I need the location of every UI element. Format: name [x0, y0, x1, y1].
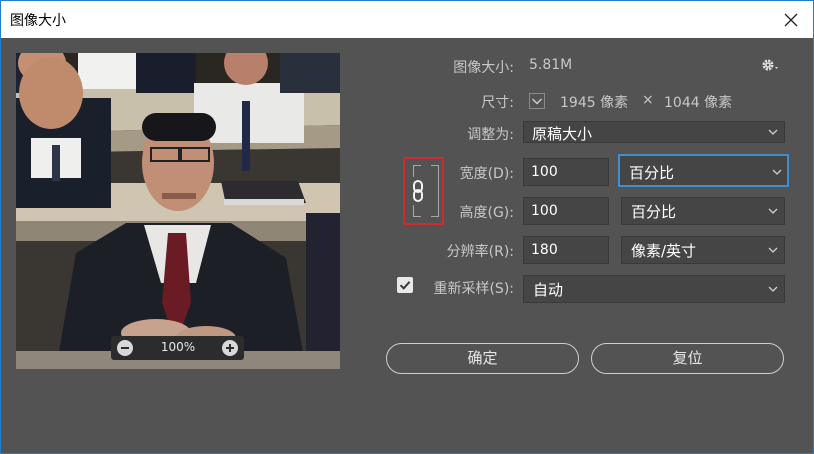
width-label: 宽度(D):	[459, 166, 514, 182]
height-input[interactable]: 100	[523, 197, 609, 225]
reset-button[interactable]: 复位	[591, 343, 784, 374]
resolution-input[interactable]: 180	[523, 236, 609, 264]
height-unit-select[interactable]: 百分比	[621, 197, 785, 225]
image-size-label: 图像大小:	[453, 60, 514, 76]
height-label: 高度(G):	[459, 205, 515, 221]
zoom-out-icon	[121, 347, 129, 349]
ok-button[interactable]: 确定	[386, 343, 579, 374]
settings-menu-button[interactable]	[759, 55, 783, 75]
resolution-unit-select[interactable]: 像素/英寸	[621, 236, 785, 264]
dimensions-times: ×	[642, 92, 654, 108]
zoom-in-icon	[226, 344, 234, 352]
chevron-down-icon	[768, 286, 778, 292]
window-title: 图像大小	[10, 13, 66, 29]
resample-value: 自动	[533, 281, 564, 299]
dimensions-label: 尺寸:	[481, 95, 514, 111]
resample-select[interactable]: 自动	[523, 275, 785, 303]
dimensions-height: 1044 像素	[664, 95, 733, 111]
fit-to-label: 调整为:	[467, 127, 514, 143]
image-size-value: 5.81M	[529, 57, 573, 73]
zoom-out-button[interactable]	[117, 340, 133, 356]
resample-label: 重新采样(S):	[433, 281, 514, 297]
zoom-in-button[interactable]	[222, 340, 238, 356]
checkmark-icon	[399, 281, 411, 290]
image-preview[interactable]: 100%	[16, 53, 340, 369]
chevron-down-icon	[772, 169, 782, 175]
height-unit-value: 百分比	[631, 203, 677, 221]
width-unit-value: 百分比	[629, 164, 675, 182]
preview-photo	[16, 53, 340, 369]
dimensions-width: 1945 像素	[560, 95, 629, 111]
title-bar: 图像大小	[1, 1, 813, 38]
fit-to-value: 原稿大小	[532, 125, 593, 143]
image-size-dialog: 图像大小 100% 图像大小: 5.81M 尺寸: 1945 像素 × 1044…	[0, 0, 814, 454]
chevron-down-icon	[768, 129, 778, 135]
width-input[interactable]: 100	[523, 158, 609, 186]
dialog-body: 100% 图像大小: 5.81M 尺寸: 1945 像素 × 1044 像素 调…	[1, 38, 813, 453]
chevron-down-icon	[768, 208, 778, 214]
fit-to-select[interactable]: 原稿大小	[523, 121, 785, 143]
close-button[interactable]	[773, 1, 809, 38]
chevron-down-icon	[768, 247, 778, 253]
gear-icon	[762, 59, 778, 71]
zoom-bar: 100%	[111, 336, 244, 360]
resolution-unit-value: 像素/英寸	[631, 242, 697, 260]
chevron-down-icon[interactable]	[529, 93, 545, 109]
zoom-level: 100%	[160, 340, 196, 354]
close-icon	[784, 13, 798, 26]
resolution-label: 分辨率(R):	[446, 244, 514, 260]
resample-checkbox[interactable]	[397, 277, 413, 293]
width-unit-select[interactable]: 百分比	[618, 154, 789, 187]
